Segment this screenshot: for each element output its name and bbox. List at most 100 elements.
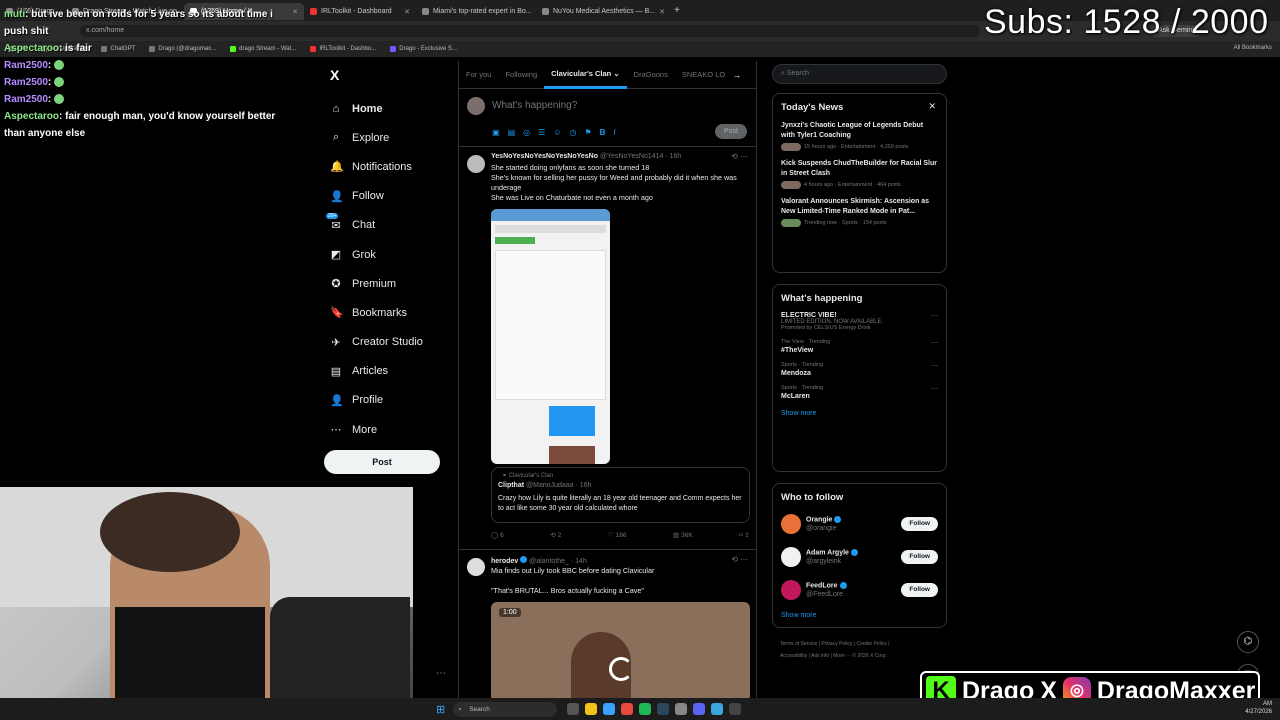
like-button[interactable]: ♡ 166 bbox=[608, 531, 627, 539]
author-name[interactable]: YesNoYesNoYesNoYesNoYesNo bbox=[491, 153, 598, 160]
tab-sneako[interactable]: SNEAKO LO bbox=[675, 70, 732, 79]
author-handle[interactable]: @alantothe_ · 14h bbox=[529, 558, 587, 565]
nav-home[interactable]: ⌂ Home bbox=[330, 94, 423, 123]
emoji-icon[interactable]: ☺ bbox=[553, 128, 561, 137]
poll-icon[interactable]: ☰ bbox=[538, 128, 545, 137]
spotify-icon[interactable] bbox=[639, 703, 652, 715]
footer-link[interactable]: Accessibility bbox=[780, 653, 807, 659]
bookmark[interactable]: Drago - Exclusive S... bbox=[390, 46, 457, 52]
author-handle[interactable]: @YesNoYesNo1414 · 16h bbox=[600, 153, 681, 160]
follow-button[interactable]: Follow bbox=[901, 550, 938, 564]
tab-for-you[interactable]: For you bbox=[459, 70, 498, 79]
views-button[interactable]: ▥ 36K bbox=[673, 531, 693, 539]
compose-post-button[interactable]: Post bbox=[714, 124, 747, 139]
more-icon[interactable]: ⟲ ⋯ bbox=[731, 152, 748, 161]
tweet-video[interactable]: 1:00 bbox=[491, 602, 750, 698]
bold-icon[interactable]: B bbox=[600, 128, 606, 137]
search-input[interactable]: ⌕ Search bbox=[772, 64, 947, 84]
x-logo-icon[interactable]: X bbox=[330, 67, 339, 83]
browser-tab[interactable]: IRLToolkit - Dashboard ✕ bbox=[304, 3, 416, 20]
nav-more[interactable]: ⋯ More bbox=[330, 415, 423, 444]
nav-bookmarks[interactable]: 🔖 Bookmarks bbox=[330, 298, 423, 327]
quoted-tweet[interactable]: ⚭ Clavicular's Clan Clipthat @MarioJudaa… bbox=[491, 467, 750, 523]
bookmark[interactable]: IRLToolkit - Dashbo... bbox=[310, 46, 376, 52]
nav-creator-studio[interactable]: ✈ Creator Studio bbox=[330, 328, 423, 357]
new-tab-icon[interactable]: + bbox=[666, 5, 680, 16]
tab-following[interactable]: Following bbox=[498, 70, 544, 79]
footer-link[interactable]: Ads info bbox=[811, 653, 829, 659]
more-icon[interactable]: ⋯ bbox=[931, 385, 938, 393]
more-icon[interactable]: ⋯ bbox=[931, 312, 938, 320]
reply-button[interactable]: ◯ 6 bbox=[491, 531, 504, 539]
image-icon[interactable]: ▣ bbox=[492, 128, 500, 137]
schedule-icon[interactable]: ◷ bbox=[569, 128, 576, 137]
trend-item[interactable]: ELECTRIC VIBE! LIMITED EDITION. NOW AVAI… bbox=[781, 312, 938, 331]
news-item[interactable]: Kick Suspends ChudTheBuilder for Racial … bbox=[781, 159, 938, 189]
tab-clavicular-clan[interactable]: Clavicular's Clan ⌄ bbox=[544, 61, 627, 89]
task-view-icon[interactable] bbox=[567, 703, 580, 715]
nav-articles[interactable]: ▤ Articles bbox=[330, 357, 423, 386]
repost-button[interactable]: ⟲ 2 bbox=[550, 531, 561, 539]
follow-button[interactable]: Follow bbox=[901, 583, 938, 597]
close-tab-icon[interactable]: ✕ bbox=[404, 8, 410, 16]
footer-link[interactable]: More ··· bbox=[833, 653, 851, 659]
obs-icon[interactable] bbox=[729, 703, 742, 715]
nav-grok[interactable]: ◩ Grok bbox=[330, 240, 423, 269]
compose-input[interactable]: What's happening? bbox=[492, 100, 577, 111]
nav-premium[interactable]: ✪ Premium bbox=[330, 269, 423, 298]
trend-item[interactable]: Sports · Trending McLaren ⋯ bbox=[781, 385, 938, 400]
windows-start-icon[interactable]: ⊞ bbox=[436, 703, 445, 716]
more-icon[interactable]: ⟲ ⋯ bbox=[731, 555, 748, 564]
browser-tab[interactable]: Miami's top-rated expert in Bo...✕ bbox=[416, 3, 536, 20]
more-icon[interactable]: ⋯ bbox=[931, 339, 938, 347]
footer-link[interactable]: Cookie Policy bbox=[857, 641, 887, 647]
avatar[interactable] bbox=[467, 558, 485, 576]
app-icon[interactable] bbox=[711, 703, 724, 715]
news-item[interactable]: Valorant Announces Skirmish: Ascension a… bbox=[781, 197, 938, 227]
show-more-link[interactable]: Show more bbox=[781, 612, 938, 619]
trend-item[interactable]: Sports · Trending Mendoza ⋯ bbox=[781, 362, 938, 377]
browser-tab[interactable]: NuYou Medical Aesthetics — B... ✕ bbox=[536, 3, 666, 20]
show-more-link[interactable]: Show more bbox=[781, 410, 938, 417]
account-menu-icon[interactable]: ⋯ bbox=[436, 668, 446, 679]
nav-notifications[interactable]: 🔔 Notifications bbox=[330, 152, 423, 181]
all-bookmarks[interactable]: All Bookmarks bbox=[1234, 45, 1272, 51]
tweet[interactable]: YesNoYesNoYesNoYesNoYesNo @YesNoYesNo141… bbox=[459, 147, 756, 550]
gif-icon[interactable]: ▤ bbox=[508, 128, 516, 137]
follow-suggestion[interactable]: Orangie @orangie Follow bbox=[781, 512, 938, 536]
edge-icon[interactable] bbox=[603, 703, 616, 715]
footer-link[interactable]: Terms of Service bbox=[780, 641, 817, 647]
author-name[interactable]: herodev bbox=[491, 558, 518, 565]
more-icon[interactable]: ⋯ bbox=[931, 362, 938, 370]
discord-icon[interactable] bbox=[693, 703, 706, 715]
tweet-image[interactable] bbox=[491, 209, 610, 464]
follow-suggestion[interactable]: FeedLore @FeedLore Follow bbox=[781, 578, 938, 602]
nav-explore[interactable]: ⌕ Explore bbox=[330, 123, 423, 152]
grok-icon[interactable]: ◎ bbox=[523, 128, 530, 137]
follow-suggestion[interactable]: Adam Argyle @argyleink Follow bbox=[781, 545, 938, 569]
avatar[interactable] bbox=[467, 155, 485, 173]
nav-follow[interactable]: 👤 Follow bbox=[330, 182, 423, 211]
close-icon[interactable]: ✕ bbox=[928, 101, 936, 112]
nav-chat[interactable]: ✉ Chat 20+ bbox=[326, 211, 423, 240]
settings-icon[interactable] bbox=[675, 703, 688, 715]
tweet[interactable]: herodev @alantothe_ · 14h ⟲ ⋯ Mia finds … bbox=[459, 550, 756, 698]
arrow-right-icon[interactable]: → bbox=[732, 70, 741, 80]
steam-icon[interactable] bbox=[657, 703, 670, 715]
footer-link[interactable]: Privacy Policy bbox=[821, 641, 852, 647]
trend-item[interactable]: The View · Trending #TheView ⋯ bbox=[781, 339, 938, 354]
location-icon[interactable]: ⚑ bbox=[584, 128, 591, 137]
chrome-icon[interactable] bbox=[621, 703, 634, 715]
nav-profile[interactable]: 👤 Profile bbox=[330, 386, 423, 415]
tab-dragoons[interactable]: DraGoons bbox=[627, 70, 675, 79]
file-explorer-icon[interactable] bbox=[585, 703, 598, 715]
follow-button[interactable]: Follow bbox=[901, 517, 938, 531]
clock[interactable]: AM 4/27/2026 bbox=[1245, 700, 1272, 716]
taskbar-search[interactable]: ⌕ Search bbox=[453, 701, 558, 717]
bookmark-icon[interactable]: ⌑ ⇪ bbox=[739, 531, 750, 539]
post-button[interactable]: Post bbox=[324, 450, 440, 474]
close-tab-icon[interactable]: ✕ bbox=[659, 8, 665, 16]
grok-button[interactable]: ⌬ bbox=[1237, 631, 1259, 653]
italic-icon[interactable]: I bbox=[613, 128, 615, 137]
news-item[interactable]: Jynxzi's Chaotic League of Legends Debut… bbox=[781, 121, 938, 151]
